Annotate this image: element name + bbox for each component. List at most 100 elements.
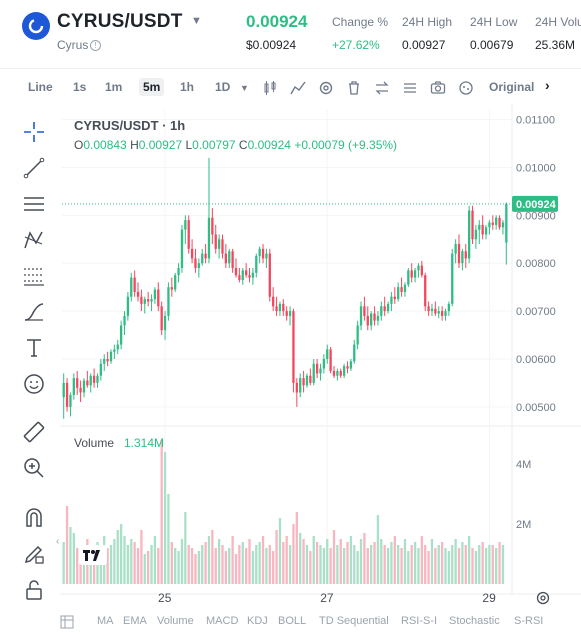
candle-body xyxy=(339,370,342,376)
volume-bar xyxy=(447,551,451,584)
magnet-icon[interactable] xyxy=(22,506,46,530)
candle-body xyxy=(234,268,238,276)
fib-icon[interactable] xyxy=(22,264,46,288)
info-icon[interactable]: ! xyxy=(90,40,101,51)
candle-body xyxy=(190,248,194,259)
candle-body xyxy=(187,220,190,249)
volume-bar xyxy=(413,542,417,584)
candle-body xyxy=(501,222,505,228)
parallel-channel-icon[interactable] xyxy=(22,192,46,216)
candle-body xyxy=(282,303,285,312)
candle-body xyxy=(153,289,157,300)
candle-body xyxy=(228,251,231,264)
interval-1d[interactable]: 1D xyxy=(215,80,230,94)
candle-body xyxy=(295,382,298,393)
indicator-td-sequential[interactable]: TD Sequential xyxy=(319,615,389,627)
volume-bar xyxy=(417,548,420,584)
volume-bar xyxy=(261,536,265,584)
indicator-macd[interactable]: MACD xyxy=(206,615,238,627)
last-price: 0.00924 xyxy=(246,12,308,31)
volume-tick-label: 2M xyxy=(516,519,531,531)
emoji-icon[interactable] xyxy=(22,372,46,396)
candle-body xyxy=(180,229,184,268)
candle-body xyxy=(346,366,349,369)
last-price-usd: $0.00924 xyxy=(246,38,297,52)
volume-bar xyxy=(163,452,167,584)
pair-dropdown-icon[interactable]: ▼ xyxy=(191,15,202,27)
volume-bar xyxy=(69,527,72,584)
interval-1m[interactable]: 1m xyxy=(105,80,122,94)
chart-settings-gear-icon[interactable] xyxy=(535,590,551,606)
view-original[interactable]: Original xyxy=(489,80,534,94)
volume-bar xyxy=(76,548,79,584)
volume-bar xyxy=(430,539,434,584)
crosshair-icon[interactable] xyxy=(22,120,46,144)
candle-body xyxy=(373,313,376,321)
candle-body xyxy=(444,311,447,316)
high-label: H xyxy=(130,138,139,152)
indicator-boll[interactable]: BOLL xyxy=(278,615,306,627)
volume-bar xyxy=(133,542,136,584)
candle-body xyxy=(302,378,305,386)
candle-body xyxy=(177,268,180,276)
indicator-ema[interactable]: EMA xyxy=(123,615,147,627)
trendline-icon[interactable] xyxy=(22,156,46,180)
indicator-ma[interactable]: MA xyxy=(97,615,114,627)
camera-icon[interactable] xyxy=(430,80,446,96)
pair-title[interactable]: CYRUS/USDT xyxy=(57,11,183,33)
interval-1s[interactable]: 1s xyxy=(73,80,86,94)
settings-icon[interactable] xyxy=(318,80,334,96)
interval-dropdown-icon[interactable]: ▼ xyxy=(240,83,249,93)
indicator-s-rsi[interactable]: S-RSI xyxy=(514,615,543,627)
candle-body xyxy=(116,344,119,350)
indicator-kdj[interactable]: KDJ xyxy=(247,615,268,627)
interval-line[interactable]: Line xyxy=(28,80,53,94)
volume-bar xyxy=(207,536,211,584)
pattern-icon[interactable] xyxy=(22,228,46,252)
y-tick-label: 0.00600 xyxy=(516,354,556,366)
collapse-panel-icon[interactable]: ‹ xyxy=(56,536,66,550)
candle-body xyxy=(201,253,204,264)
interval-1h[interactable]: 1h xyxy=(180,80,194,94)
volume-bar xyxy=(498,542,501,584)
volume-bar xyxy=(397,545,400,584)
candle-body xyxy=(430,308,434,312)
tradingview-logo-icon[interactable] xyxy=(79,545,107,565)
indicator-rsi[interactable]: RSI-S-I xyxy=(401,615,437,627)
candlestick-chart[interactable]: 0.01100 0.01000 0.00900 0.00800 0.00700 0.006… xyxy=(60,104,581,610)
candle-body xyxy=(244,270,248,276)
compare-icon[interactable] xyxy=(402,80,418,96)
template-icon[interactable] xyxy=(458,80,474,96)
candle-type-icon[interactable] xyxy=(262,80,278,96)
zoom-in-icon[interactable] xyxy=(22,456,46,480)
volume-bar xyxy=(153,536,157,584)
candle-body xyxy=(238,275,241,280)
candle-body xyxy=(383,306,386,312)
swap-icon[interactable] xyxy=(374,80,390,96)
ruler-icon[interactable] xyxy=(22,420,46,444)
candle-body xyxy=(224,253,228,264)
candle-body xyxy=(376,315,380,321)
indicator-icon[interactable] xyxy=(290,80,306,96)
chevron-right-icon[interactable]: › xyxy=(545,77,550,93)
x-tick-label: 25 xyxy=(158,591,172,605)
unlock-icon[interactable] xyxy=(22,578,46,602)
candle-body xyxy=(440,311,444,316)
candle-body xyxy=(79,387,82,393)
candle-body xyxy=(194,258,197,268)
candle-body xyxy=(505,203,508,243)
volume-bar xyxy=(224,551,228,584)
text-icon[interactable] xyxy=(22,336,46,360)
lock-draw-icon[interactable] xyxy=(22,542,46,566)
delete-icon[interactable] xyxy=(346,80,362,96)
stat-label-change: Change % xyxy=(332,15,389,29)
candle-body xyxy=(457,244,461,264)
indicator-volume[interactable]: Volume xyxy=(157,615,194,627)
volume-bar xyxy=(329,548,332,584)
indicator-grid-icon[interactable] xyxy=(60,615,74,629)
brush-icon[interactable] xyxy=(22,300,46,324)
interval-5m[interactable]: 5m xyxy=(139,78,165,96)
volume-bar xyxy=(501,545,505,584)
indicator-stochastic[interactable]: Stochastic xyxy=(449,615,500,627)
candle-body xyxy=(474,229,478,240)
